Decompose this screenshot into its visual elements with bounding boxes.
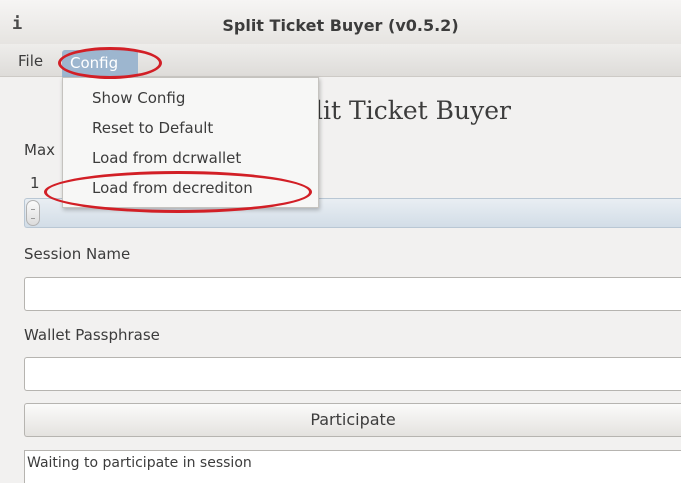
title-bar: i Split Ticket Buyer (v0.5.2) [0,0,681,44]
menu-file[interactable]: File [18,52,43,70]
slider-handle[interactable] [26,200,40,226]
menu-item-load-dcrwallet[interactable]: Load from dcrwallet [92,149,241,167]
status-text: Waiting to participate in session [24,450,681,483]
participate-button[interactable]: Participate [24,403,681,437]
session-name-label: Session Name [24,245,131,263]
menu-item-show-config[interactable]: Show Config [92,89,185,107]
wallet-passphrase-label: Wallet Passphrase [24,326,160,344]
menu-item-reset-default[interactable]: Reset to Default [92,119,213,137]
slider-value: 1 [30,174,40,192]
app-heading: olit Ticket Buyer [300,96,511,125]
session-name-input[interactable] [24,277,681,311]
max-label: Max [24,141,56,159]
config-dropdown: Show Config Reset to Default Load from d… [62,77,319,208]
menu-config[interactable]: Config [62,50,138,77]
window-title: Split Ticket Buyer (v0.5.2) [222,16,459,35]
wallet-passphrase-input[interactable] [24,357,681,391]
menu-item-load-decrediton[interactable]: Load from decrediton [92,179,253,197]
